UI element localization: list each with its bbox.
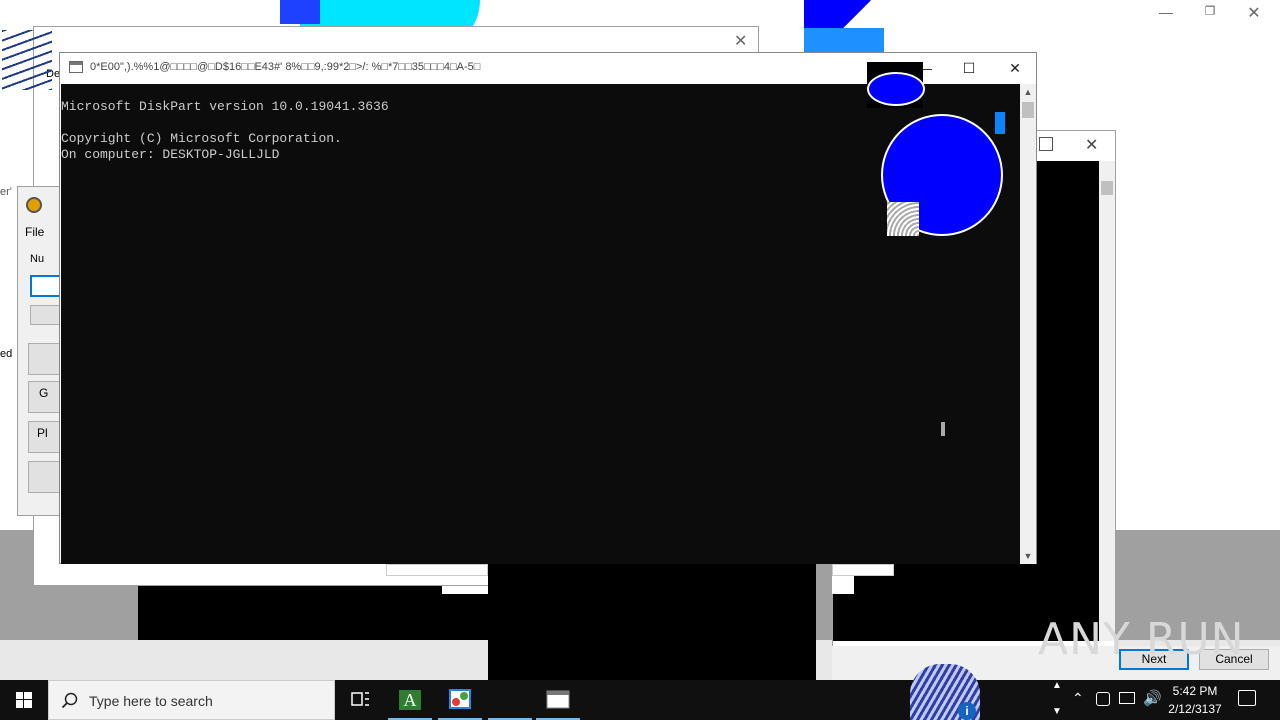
white-strip-2 <box>442 586 488 594</box>
bg-restore-icon[interactable]: ❐ <box>1200 4 1220 24</box>
white-strip-4 <box>832 576 854 594</box>
tray-device-icon[interactable] <box>1096 692 1110 706</box>
taskbar-scroll-up-icon[interactable]: ▲ <box>1052 680 1062 691</box>
app-icon <box>26 197 42 213</box>
close-icon[interactable]: ✕ <box>992 53 1038 83</box>
edge-text-1: er' <box>0 186 12 198</box>
left-button-5[interactable] <box>28 461 62 493</box>
network-icon[interactable] <box>1119 692 1135 704</box>
right-bg-maximize-icon[interactable] <box>1039 137 1053 151</box>
left-button-pl-label: Pl <box>37 426 48 440</box>
taskbar-scroll-down-icon[interactable]: ▼ <box>1052 706 1062 717</box>
black-block-left <box>138 586 488 640</box>
windows-logo-icon <box>16 692 32 708</box>
left-button-2[interactable] <box>28 343 62 375</box>
glitch-blue-small <box>995 112 1005 134</box>
glitch-stripes <box>2 30 52 90</box>
glitch-gray-swirl <box>887 202 919 236</box>
left-button-g[interactable]: G <box>28 381 62 413</box>
taskbar-app-console[interactable] <box>534 680 582 720</box>
bg-minimize-icon[interactable]: — <box>1156 4 1176 24</box>
console-line-1: Microsoft DiskPart version 10.0.19041.36… <box>61 99 389 114</box>
search-placeholder: Type here to search <box>89 693 213 709</box>
right-bg-close-icon[interactable]: ✕ <box>1085 135 1098 155</box>
search-box[interactable]: Type here to search <box>48 680 335 720</box>
edge-text-2: ed <box>0 348 13 360</box>
scroll-up-icon[interactable]: ▲ <box>1020 84 1036 100</box>
console-scrollbar[interactable]: ▲ ▼ <box>1020 84 1036 564</box>
notification-icon[interactable] <box>1238 690 1256 706</box>
anyrun-watermark: ANY RUN <box>1038 614 1245 665</box>
volume-icon[interactable]: 🔊 <box>1143 689 1162 707</box>
console-line-4: On computer: DESKTOP-JGLLJLD <box>61 147 280 162</box>
file-menu[interactable]: File <box>25 225 44 239</box>
right-bg-scrollbar[interactable] <box>1099 161 1115 641</box>
svg-text:A: A <box>404 690 417 710</box>
taskbar-app-font[interactable]: A <box>386 680 434 720</box>
console-output[interactable]: Microsoft DiskPart version 10.0.19041.36… <box>61 62 1021 564</box>
num-label: Nu <box>30 253 45 265</box>
bg-close-icon[interactable]: ✕ <box>1244 3 1264 23</box>
search-icon <box>61 692 78 709</box>
glitch-blue-corner-2 <box>804 28 884 52</box>
clock-time[interactable]: 5:42 PM <box>1162 684 1228 698</box>
maximize-icon[interactable]: ☐ <box>946 53 992 83</box>
glitch-blue-ellipse <box>867 72 925 106</box>
taskbar-app-paint[interactable] <box>436 680 484 720</box>
console-title: 0*E00",).%%1@□□□□@□D$16□□E43#' 8%□□9,:99… <box>90 61 481 73</box>
info-icon: i <box>958 702 976 720</box>
glitch-gray-sliver <box>941 422 945 436</box>
task-view-button[interactable] <box>336 680 384 720</box>
taskbar-app-blank[interactable] <box>486 680 534 720</box>
task-view-icon <box>351 692 369 706</box>
scroll-thumb[interactable] <box>1022 102 1034 118</box>
white-strip-1 <box>386 564 488 576</box>
left-button-1[interactable] <box>30 305 62 325</box>
paint-app-icon <box>449 689 471 709</box>
tray-overflow-icon[interactable]: ⌃ <box>1072 690 1084 707</box>
left-dialog: File Nu G Pl <box>17 186 62 516</box>
taskbar: Type here to search A i ▲ ▼ ⌃ 🔊 5:42 PM … <box>0 664 1280 720</box>
console-app-icon <box>69 61 83 73</box>
white-strip-3 <box>832 564 894 576</box>
font-app-icon: A <box>399 690 421 710</box>
scroll-down-icon[interactable]: ▼ <box>1020 548 1036 564</box>
right-bg-scroll-thumb[interactable] <box>1101 181 1113 195</box>
start-button[interactable] <box>0 680 48 720</box>
glitch-blue-bar <box>280 0 320 24</box>
console-line-3: Copyright (C) Microsoft Corporation. <box>61 131 342 146</box>
console-window: 0*E00",).%%1@□□□□@□D$16□□E43#' 8%□□9,:99… <box>59 52 1037 564</box>
left-button-pl[interactable]: Pl <box>28 421 62 453</box>
clock-date[interactable]: 2/12/3137 <box>1162 702 1228 716</box>
left-button-g-label: G <box>39 386 49 400</box>
console-app-taskbar-icon <box>546 690 570 709</box>
num-input[interactable] <box>30 275 62 297</box>
bg-window-close-icon[interactable]: ✕ <box>734 31 747 51</box>
